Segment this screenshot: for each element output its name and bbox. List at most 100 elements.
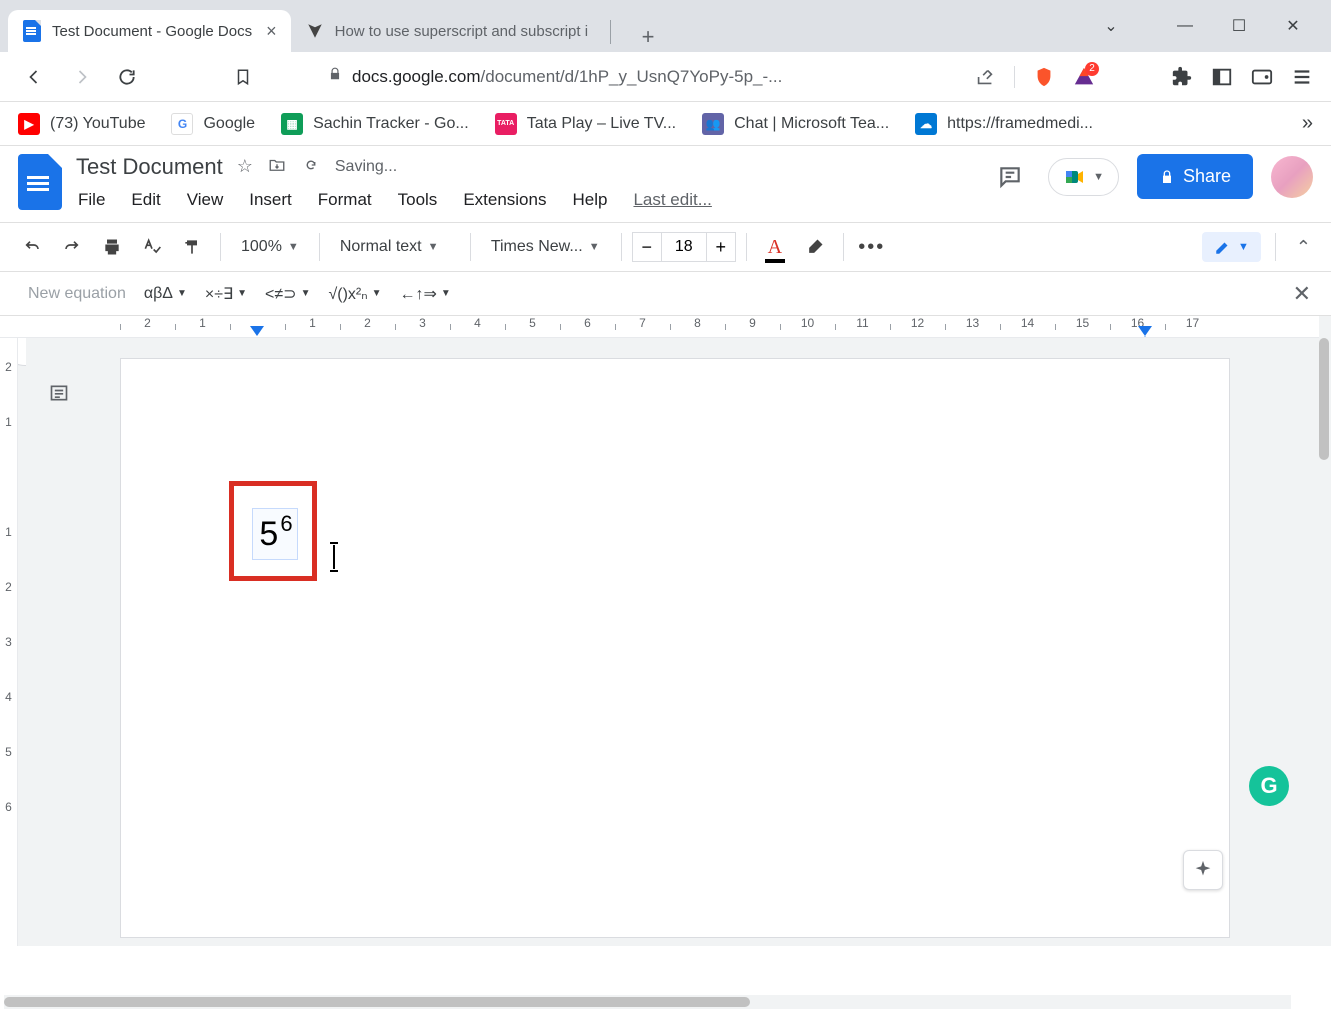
menu-edit[interactable]: Edit: [129, 186, 162, 214]
maximize-window-icon[interactable]: ☐: [1229, 16, 1249, 36]
scrollbar-thumb[interactable]: [1319, 338, 1329, 460]
extensions-icon[interactable]: [1171, 66, 1193, 88]
saving-status: Saving...: [335, 158, 397, 176]
meet-button[interactable]: ▼: [1048, 158, 1119, 196]
bookmarks-overflow-icon[interactable]: »: [1302, 112, 1313, 135]
toolbar-separator: [621, 233, 622, 261]
spellcheck-button[interactable]: [134, 229, 170, 265]
document-workspace: 211234567891011121314151617 21123456 56 …: [0, 316, 1331, 946]
browser-menu-icon[interactable]: [1291, 66, 1313, 88]
equation-object[interactable]: 56: [252, 508, 298, 560]
bookmark-tataplay[interactable]: TATATata Play – Live TV...: [495, 113, 676, 135]
reload-button[interactable]: [110, 60, 144, 94]
account-avatar[interactable]: [1271, 156, 1313, 198]
new-tab-button[interactable]: +: [633, 22, 663, 52]
tab-divider: [610, 20, 611, 44]
dropdown-arrow-icon: ▼: [441, 288, 451, 299]
dropdown-arrow-icon: ▼: [237, 288, 247, 299]
toolbar-separator: [470, 233, 471, 261]
indent-marker-left[interactable]: [250, 326, 264, 336]
lock-icon: [1159, 168, 1175, 186]
explore-button[interactable]: [1183, 850, 1223, 890]
vertical-scrollbar[interactable]: [1317, 338, 1331, 946]
eq-math-button[interactable]: √()x²ₙ▼: [328, 284, 381, 304]
eq-operators-button[interactable]: ×÷∃▼: [205, 284, 247, 304]
zoom-select[interactable]: 100%▼: [231, 238, 309, 256]
move-folder-icon[interactable]: [267, 156, 287, 179]
menu-view[interactable]: View: [185, 186, 226, 214]
font-size-decrease[interactable]: −: [632, 232, 662, 262]
menu-tools[interactable]: Tools: [396, 186, 440, 214]
toolbar-separator: [843, 233, 844, 261]
show-outline-button[interactable]: [42, 376, 76, 410]
editing-mode-button[interactable]: ▼: [1202, 232, 1261, 262]
browser-tab-inactive[interactable]: How to use superscript and subscript i: [291, 10, 602, 52]
browser-tab-active[interactable]: Test Document - Google Docs ×: [8, 10, 291, 52]
sidebar-toggle-icon[interactable]: [1211, 66, 1233, 88]
brave-shield-icon[interactable]: [1033, 66, 1055, 88]
docs-home-icon[interactable]: [18, 154, 62, 210]
vertical-ruler[interactable]: 21123456: [0, 338, 18, 946]
scrollbar-thumb[interactable]: [4, 997, 750, 1007]
tab-list-dropdown-icon[interactable]: ⌄: [1101, 16, 1121, 36]
star-icon[interactable]: ☆: [237, 156, 253, 179]
comment-history-icon[interactable]: [990, 157, 1030, 197]
grammarly-icon[interactable]: G: [1249, 766, 1289, 806]
dropdown-arrow-icon: ▼: [177, 288, 187, 299]
menu-format[interactable]: Format: [316, 186, 374, 214]
url-field[interactable]: docs.google.com/document/d/1hP_y_UsnQ7Yo…: [312, 58, 956, 96]
share-button[interactable]: Share: [1137, 154, 1253, 199]
new-equation-button[interactable]: New equation: [28, 285, 126, 303]
highlight-color-button[interactable]: [797, 229, 833, 265]
cloud-sync-icon[interactable]: [301, 156, 321, 179]
document-page[interactable]: 56: [120, 358, 1230, 938]
menu-extensions[interactable]: Extensions: [461, 186, 548, 214]
toolbar-more-button[interactable]: •••: [854, 229, 890, 265]
document-title[interactable]: Test Document: [76, 154, 223, 180]
close-equation-toolbar-icon[interactable]: ✕: [1293, 281, 1311, 307]
brave-rewards-icon[interactable]: [1073, 66, 1095, 88]
eq-greek-button[interactable]: αβΔ▼: [144, 285, 187, 303]
text-color-button[interactable]: A: [757, 229, 793, 265]
back-button[interactable]: [18, 60, 52, 94]
text-cursor-icon: [333, 545, 335, 569]
bookmark-teams[interactable]: 👥Chat | Microsoft Tea...: [702, 113, 889, 135]
close-tab-icon[interactable]: ×: [266, 21, 277, 42]
menu-file[interactable]: File: [76, 186, 107, 214]
meet-icon: [1063, 165, 1087, 189]
bookmark-youtube[interactable]: ▶(73) YouTube: [18, 113, 145, 135]
font-size-control: − 18 +: [632, 232, 736, 262]
paint-format-button[interactable]: [174, 229, 210, 265]
eq-arrows-button[interactable]: ←↑⇒▼: [400, 284, 451, 304]
dropdown-arrow-icon: ▼: [301, 288, 311, 299]
eq-relations-button[interactable]: <≠⊃▼: [265, 284, 310, 304]
tab-title: Test Document - Google Docs: [52, 23, 252, 40]
share-url-icon[interactable]: [974, 66, 996, 88]
bookmark-sheets[interactable]: ▦Sachin Tracker - Go...: [281, 113, 469, 135]
collapse-toolbar-button[interactable]: ⌃: [1290, 237, 1317, 258]
wallet-icon[interactable]: [1251, 66, 1273, 88]
dropdown-arrow-icon: ▼: [372, 288, 382, 299]
paragraph-style-select[interactable]: Normal text▼: [330, 238, 460, 256]
font-size-increase[interactable]: +: [706, 232, 736, 262]
undo-button[interactable]: [14, 229, 50, 265]
bookmark-page-icon[interactable]: [226, 60, 260, 94]
forward-button[interactable]: [64, 60, 98, 94]
indent-marker-right[interactable]: [1138, 326, 1152, 338]
minimize-window-icon[interactable]: —: [1175, 17, 1195, 35]
menu-help[interactable]: Help: [570, 186, 609, 214]
print-button[interactable]: [94, 229, 130, 265]
font-size-input[interactable]: 18: [662, 232, 706, 262]
font-select[interactable]: Times New...▼: [481, 238, 611, 256]
menu-insert[interactable]: Insert: [247, 186, 294, 214]
redo-button[interactable]: [54, 229, 90, 265]
last-edit-link[interactable]: Last edit...: [631, 186, 713, 214]
tab-title: How to use superscript and subscript i: [335, 23, 588, 40]
bookmark-google[interactable]: GGoogle: [171, 113, 255, 135]
close-window-icon[interactable]: ✕: [1283, 16, 1303, 36]
horizontal-scrollbar[interactable]: [4, 995, 1291, 1009]
bookmark-onedrive[interactable]: ☁https://framedmedi...: [915, 113, 1093, 135]
equation-superscript: 6: [280, 511, 292, 537]
address-bar: docs.google.com/document/d/1hP_y_UsnQ7Yo…: [0, 52, 1331, 102]
horizontal-ruler[interactable]: 211234567891011121314151617: [0, 316, 1319, 338]
